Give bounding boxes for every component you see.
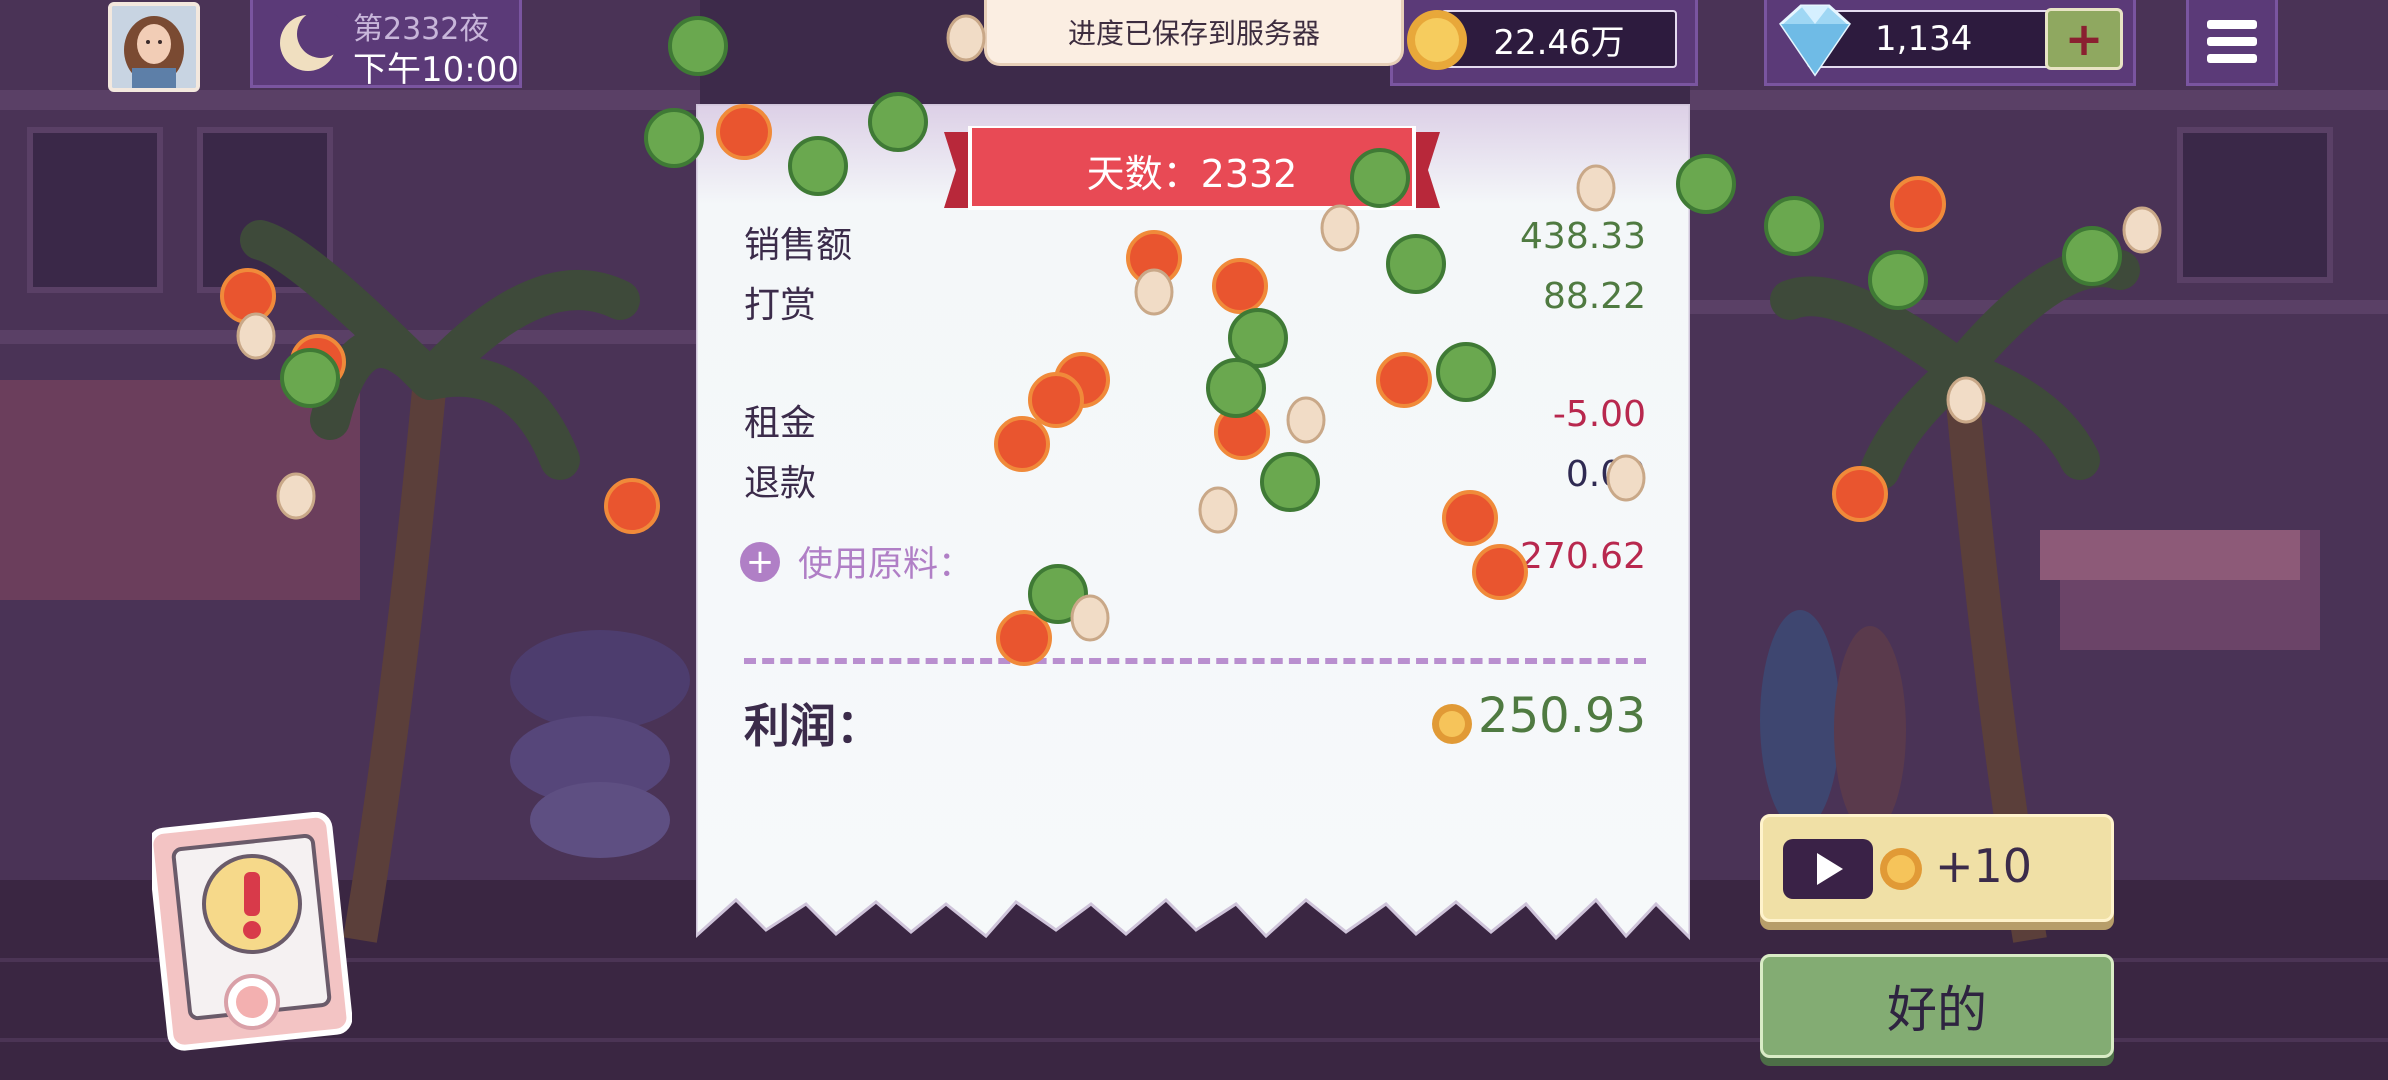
watch-ad-reward-button[interactable]: +10	[1760, 814, 2114, 922]
play-icon	[1783, 839, 1873, 899]
ad-reward-amount: +10	[1935, 839, 2033, 893]
record-dot-icon	[224, 974, 280, 1030]
coin-icon	[1880, 848, 1922, 890]
game-scene: 第2332夜 下午10:00 22.46万 进度已保存到服务器 1,134 +	[0, 0, 2388, 1080]
exclamation-icon	[202, 854, 302, 954]
notice-card[interactable]	[147, 811, 353, 1052]
ok-button[interactable]: 好的	[1760, 954, 2114, 1058]
